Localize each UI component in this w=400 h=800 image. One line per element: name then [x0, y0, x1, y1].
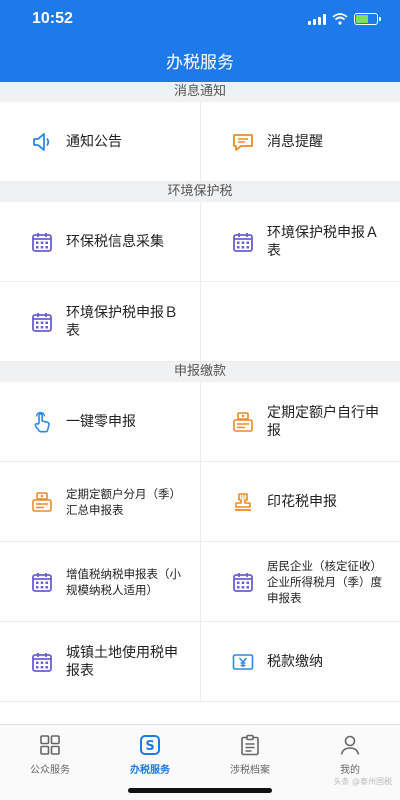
service-item-label: 印花税申报	[267, 493, 337, 510]
service-item-label: 城镇土地使用税申报表	[66, 644, 178, 679]
service-item[interactable]: 税款缴纳	[200, 622, 400, 702]
clipboard-icon	[241, 734, 259, 756]
service-item[interactable]: 一键零申报	[0, 382, 200, 462]
empty-cell	[200, 282, 400, 362]
tab-label: 办税服务	[130, 765, 170, 776]
service-grid: 一键零申报 定期定额户自行申报定期定额户分月（季）汇总申报表 印 印花税申报增值税纳税…	[0, 382, 400, 702]
tab-item[interactable]: 我的	[300, 725, 400, 800]
service-item-label: 消息提醒	[267, 133, 323, 150]
home-indicator	[128, 788, 272, 793]
service-item-label: 居民企业（核定征收）企业所得税月（季）度申报表	[267, 558, 382, 605]
page-title: 办税服务	[166, 53, 234, 73]
service-item[interactable]: 印 印花税申报	[200, 462, 400, 542]
service-item-label: 环境保护税申报Ｂ表	[66, 304, 178, 339]
service-item[interactable]: 居民企业（核定征收）企业所得税月（季）度申报表	[200, 542, 400, 622]
service-list[interactable]: 消息通知通知公告 消息提醒环境保护税环保税信息采集 环境保护税申报Ａ表环境保护税申报…	[0, 82, 400, 724]
calendar-icon	[32, 312, 52, 332]
service-item-label: 一键零申报	[66, 413, 136, 430]
wifi-icon	[332, 13, 348, 25]
service-item[interactable]: 定期定额户自行申报	[200, 382, 400, 462]
service-item[interactable]: 消息提醒	[200, 102, 400, 182]
tap-hand-icon	[34, 411, 50, 432]
message-bubble-icon	[233, 133, 253, 151]
service-item-label: 定期定额户自行申报	[267, 404, 379, 439]
service-item[interactable]: 定期定额户分月（季）汇总申报表	[0, 462, 200, 542]
calendar-icon	[233, 232, 253, 252]
speaker-icon	[33, 132, 50, 151]
service-item[interactable]: 环境保护税申报Ａ表	[200, 202, 400, 282]
service-item[interactable]: 通知公告	[0, 102, 200, 182]
section-header: 环境保护税	[0, 182, 400, 202]
status-bar: 10:52	[0, 0, 400, 40]
tab-label: 我的	[340, 765, 360, 776]
calendar-icon	[32, 232, 52, 252]
section-header: 申报缴款	[0, 362, 400, 382]
watermark: 头条 @泰州国税	[333, 777, 392, 786]
battery-icon	[354, 13, 381, 25]
service-item-label: 增值税纳税申报表（小规模纳税人适用）	[66, 566, 181, 597]
service-grid: 环保税信息采集 环境保护税申报Ａ表环境保护税申报Ｂ表	[0, 202, 400, 362]
service-item-label: 环境保护税申报Ａ表	[267, 224, 379, 259]
section-header: 消息通知	[0, 82, 400, 102]
service-item-label: 通知公告	[66, 133, 122, 150]
service-item-label: 税款缴纳	[267, 653, 323, 670]
signal-icon	[308, 13, 326, 25]
yuan-payment-icon	[232, 653, 254, 670]
calendar-icon	[32, 572, 52, 592]
user-icon	[340, 735, 360, 755]
calendar-icon	[32, 652, 52, 672]
service-item[interactable]: 环境保护税申报Ｂ表	[0, 282, 200, 362]
tab-label: 公众服务	[30, 765, 70, 776]
cash-register-icon	[32, 491, 52, 512]
svg-text:S: S	[145, 739, 154, 754]
status-time: 10:52	[32, 10, 73, 27]
service-item[interactable]: 城镇土地使用税申报表	[0, 622, 200, 702]
tab-item[interactable]: 公众服务	[0, 725, 100, 800]
svg-text:印: 印	[240, 494, 245, 501]
stamp-icon: 印	[235, 492, 251, 511]
service-item-label: 定期定额户分月（季）汇总申报表	[66, 486, 181, 517]
cash-register-icon	[233, 411, 253, 432]
service-item-label: 环保税信息采集	[66, 233, 164, 250]
grid-icon	[40, 735, 60, 755]
service-item[interactable]: 环保税信息采集	[0, 202, 200, 282]
status-icons	[308, 13, 381, 25]
app-header: 10:52 办税服务	[0, 0, 400, 82]
calendar-icon	[233, 572, 253, 592]
tab-label: 涉税档案	[230, 765, 270, 776]
service-item[interactable]: 增值税纳税申报表（小规模纳税人适用）	[0, 542, 200, 622]
service-grid: 通知公告 消息提醒	[0, 102, 400, 182]
s-badge-icon: S	[140, 735, 160, 755]
